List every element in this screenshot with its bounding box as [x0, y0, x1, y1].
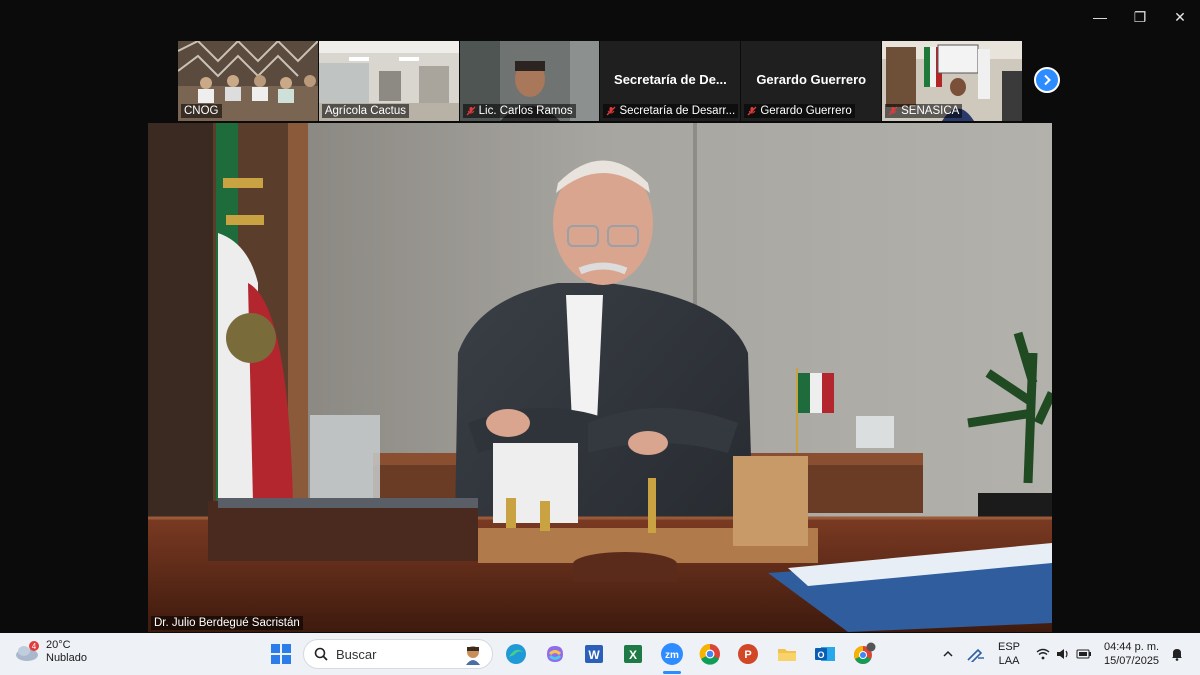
- excel-label: X: [629, 648, 637, 662]
- participant-label: Agrícola Cactus: [321, 104, 410, 118]
- chrome-profile-icon[interactable]: [851, 641, 877, 667]
- participant-tile-carlos-ramos[interactable]: Lic. Carlos Ramos: [459, 41, 600, 121]
- copilot-icon[interactable]: [542, 641, 568, 667]
- pen-input-icon: [967, 648, 984, 662]
- close-button[interactable]: ✕: [1160, 0, 1200, 34]
- participant-tile-cnog[interactable]: CNOG: [178, 41, 318, 121]
- participant-tile-gerardo-guerrero[interactable]: Gerardo Guerrero Gerardo Guerrero: [741, 41, 882, 121]
- chevron-up-icon: [943, 650, 953, 657]
- weather-temperature: 20°C: [46, 639, 71, 651]
- clock-date: 15/07/2025: [1104, 655, 1160, 667]
- search-highlight-icon: [466, 646, 480, 665]
- speaker-video-frame: [148, 123, 1052, 632]
- participant-label: Lic. Carlos Ramos: [462, 104, 576, 118]
- mic-muted-icon: [466, 106, 476, 116]
- file-explorer-icon[interactable]: [774, 641, 800, 667]
- mic-muted-icon: [888, 106, 898, 116]
- start-button[interactable]: [268, 641, 294, 667]
- participant-strip: CNOG Agrícola Cactus Lic. Carlos Ramos S…: [178, 41, 1022, 121]
- battery-icon: [1076, 649, 1091, 659]
- zoom-label: zm: [665, 650, 679, 661]
- weather-badge: 4: [32, 642, 37, 651]
- quick-settings-button[interactable]: [1036, 633, 1092, 675]
- zoom-icon[interactable]: zm: [659, 641, 685, 667]
- wifi-icon: [1036, 648, 1050, 660]
- weather-widget[interactable]: 4 20°C Nublado: [14, 639, 87, 665]
- participant-name: CNOG: [184, 105, 219, 117]
- language-pen-icon[interactable]: [966, 633, 986, 675]
- cloud-icon: 4: [16, 641, 39, 661]
- word-label: W: [588, 648, 600, 662]
- participant-tile-agricola-cactus[interactable]: Agrícola Cactus: [318, 41, 459, 121]
- search-icon: [314, 647, 328, 661]
- notification-bell-icon: [1172, 649, 1182, 661]
- participant-label: SENASICA: [885, 104, 963, 118]
- participant-tile-secretaria[interactable]: Secretaría de De... Secretaría de Desarr…: [600, 41, 741, 121]
- participant-display-name: Secretaría de De...: [614, 72, 727, 87]
- participant-name: Secretaría de Desarr...: [619, 105, 736, 117]
- participant-name: SENASICA: [901, 105, 960, 117]
- outlook-icon[interactable]: O: [812, 641, 838, 667]
- clock-time: 04:44 p. m.: [1104, 641, 1160, 653]
- active-app-indicator: [663, 671, 681, 674]
- active-speaker-name: Dr. Julio Berdegué Sacristán: [151, 616, 303, 630]
- windows-logo-icon: [271, 644, 291, 664]
- input-language-indicator[interactable]: ESP LAA: [998, 633, 1020, 675]
- taskbar-search-box[interactable]: Buscar: [303, 639, 493, 669]
- participant-label: CNOG: [181, 104, 222, 118]
- mic-muted-icon: [607, 106, 616, 116]
- powerpoint-icon[interactable]: P: [735, 641, 761, 667]
- edge-icon[interactable]: [503, 641, 529, 667]
- search-placeholder: Buscar: [336, 646, 377, 662]
- clock[interactable]: 04:44 p. m. 15/07/2025: [1104, 633, 1159, 675]
- taskbar: 4 20°C Nublado Buscar W X zm P O ESP LAA…: [0, 633, 1200, 675]
- participant-label: Gerardo Guerrero: [744, 104, 855, 118]
- participant-name: Agrícola Cactus: [324, 105, 407, 117]
- window-controls: — ❐ ✕: [1080, 0, 1200, 34]
- weather-condition: Nublado: [46, 652, 87, 664]
- participant-name: Lic. Carlos Ramos: [478, 105, 573, 117]
- participant-tile-senasica[interactable]: SENASICA: [882, 41, 1022, 121]
- participant-display-name: Gerardo Guerrero: [756, 72, 867, 87]
- show-hidden-icons-button[interactable]: [942, 633, 954, 675]
- chevron-right-icon: [1044, 74, 1051, 86]
- excel-icon[interactable]: X: [620, 641, 646, 667]
- notifications-button[interactable]: [1170, 633, 1184, 675]
- powerpoint-label: P: [744, 649, 751, 661]
- chrome-icon[interactable]: [697, 641, 723, 667]
- word-icon[interactable]: W: [581, 641, 607, 667]
- participant-label: Secretaría de Desarr...: [603, 104, 739, 118]
- active-speaker-video[interactable]: Dr. Julio Berdegué Sacristán: [148, 123, 1052, 632]
- language-code: ESP: [998, 641, 1021, 653]
- minimize-button[interactable]: —: [1080, 0, 1120, 34]
- volume-icon: [1057, 649, 1068, 659]
- restore-button[interactable]: ❐: [1120, 0, 1160, 34]
- outlook-label: O: [817, 650, 824, 660]
- participant-name: Gerardo Guerrero: [760, 105, 852, 117]
- next-page-button[interactable]: [1034, 67, 1060, 93]
- mic-muted-icon: [747, 106, 757, 116]
- keyboard-layout: LAA: [998, 655, 1020, 667]
